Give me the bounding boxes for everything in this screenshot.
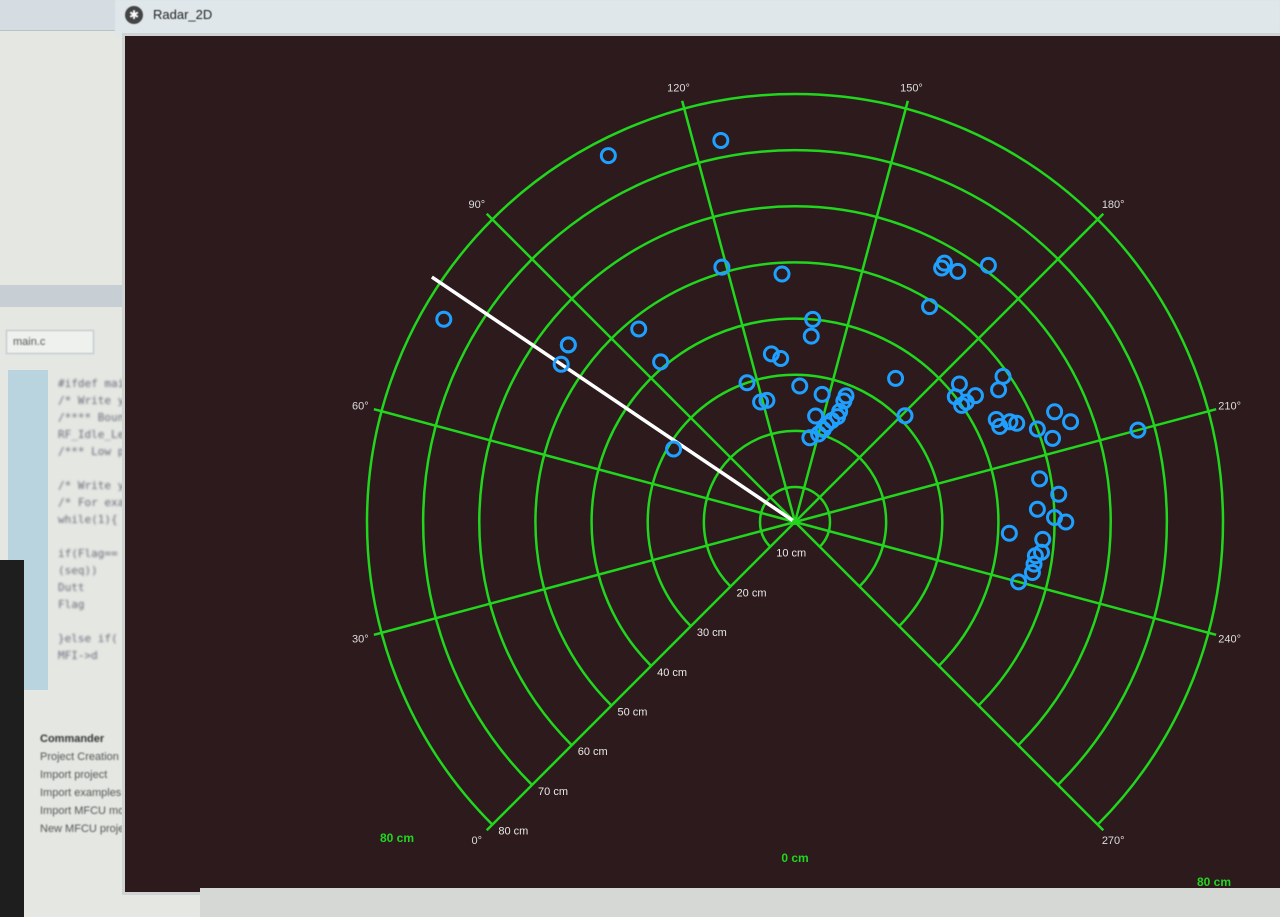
detection-point <box>791 377 809 395</box>
sweep-line <box>430 275 796 524</box>
range-ring <box>702 429 888 588</box>
angle-label: 60° <box>352 401 369 413</box>
monitor-bezel <box>0 560 24 917</box>
range-label: 80 cm <box>498 826 528 838</box>
detection-point <box>1000 524 1018 542</box>
range-label: 40 cm <box>657 667 687 679</box>
detection-point <box>802 327 820 345</box>
footer-left-range: 80 cm <box>380 831 414 845</box>
range-label: 20 cm <box>737 587 767 599</box>
angle-spoke <box>485 521 796 832</box>
angle-label: 210° <box>1218 401 1241 413</box>
range-ring <box>478 205 1112 747</box>
radar-display: 0° 30° 60° 90° 120° 150° 180° 210° 240° 270° 10 cm… <box>352 82 1241 892</box>
window-title: Radar_2D <box>153 7 213 22</box>
range-label: 10 cm <box>776 548 806 560</box>
radar-sketch-window: 0° 30° 60° 90° 120° 150° 180° 210° 240° 270° 10 cm… <box>125 36 1280 892</box>
detection-point <box>949 262 967 280</box>
detection-point <box>1028 500 1046 518</box>
angle-spoke <box>373 407 796 524</box>
ide-editor-tab[interactable]: main.c <box>6 330 94 354</box>
angle-spoke <box>373 520 796 637</box>
detection-point <box>773 265 791 283</box>
detection-point <box>712 131 730 149</box>
sketch-titlebar: ✱ Radar_2D <box>115 0 1280 36</box>
angle-spoke <box>485 212 796 523</box>
detection-point <box>1062 413 1080 431</box>
detection-point <box>665 440 683 458</box>
window-bottom-edge <box>200 888 1280 917</box>
detection-point <box>559 336 577 354</box>
detection-point <box>1044 429 1062 447</box>
detection-point <box>652 353 670 371</box>
angle-label: 0° <box>472 835 483 847</box>
angle-label: 240° <box>1218 633 1241 645</box>
detection-point <box>994 367 1012 385</box>
detection-point <box>979 256 997 274</box>
detection-point <box>921 298 939 316</box>
footer-center-range: 0 cm <box>781 851 808 865</box>
angle-spoke <box>794 521 1105 832</box>
range-ring <box>534 261 1056 707</box>
detection-point <box>630 320 648 338</box>
angle-label: 30° <box>352 633 369 645</box>
range-label: 70 cm <box>538 786 568 798</box>
app-icon: ✱ <box>125 6 143 24</box>
detection-point <box>887 369 905 387</box>
range-label: 30 cm <box>697 627 727 639</box>
angle-label: 90° <box>468 199 485 211</box>
footer-right-range: 80 cm <box>1197 875 1231 889</box>
detection-point <box>813 385 831 403</box>
range-label: 50 cm <box>617 707 647 719</box>
angle-label: 270° <box>1102 835 1125 847</box>
detection-point <box>1046 403 1064 421</box>
angle-label: 150° <box>900 82 923 94</box>
radar-center <box>792 519 798 525</box>
range-label: 60 cm <box>578 746 608 758</box>
range-ring <box>590 317 1000 667</box>
detection-point <box>435 310 453 328</box>
range-ring <box>365 92 1225 826</box>
angle-label: 180° <box>1102 199 1125 211</box>
range-ring <box>421 148 1169 786</box>
detection-point <box>599 147 617 165</box>
detection-point <box>990 381 1008 399</box>
detection-point <box>1031 470 1049 488</box>
angle-label: 120° <box>667 82 690 94</box>
